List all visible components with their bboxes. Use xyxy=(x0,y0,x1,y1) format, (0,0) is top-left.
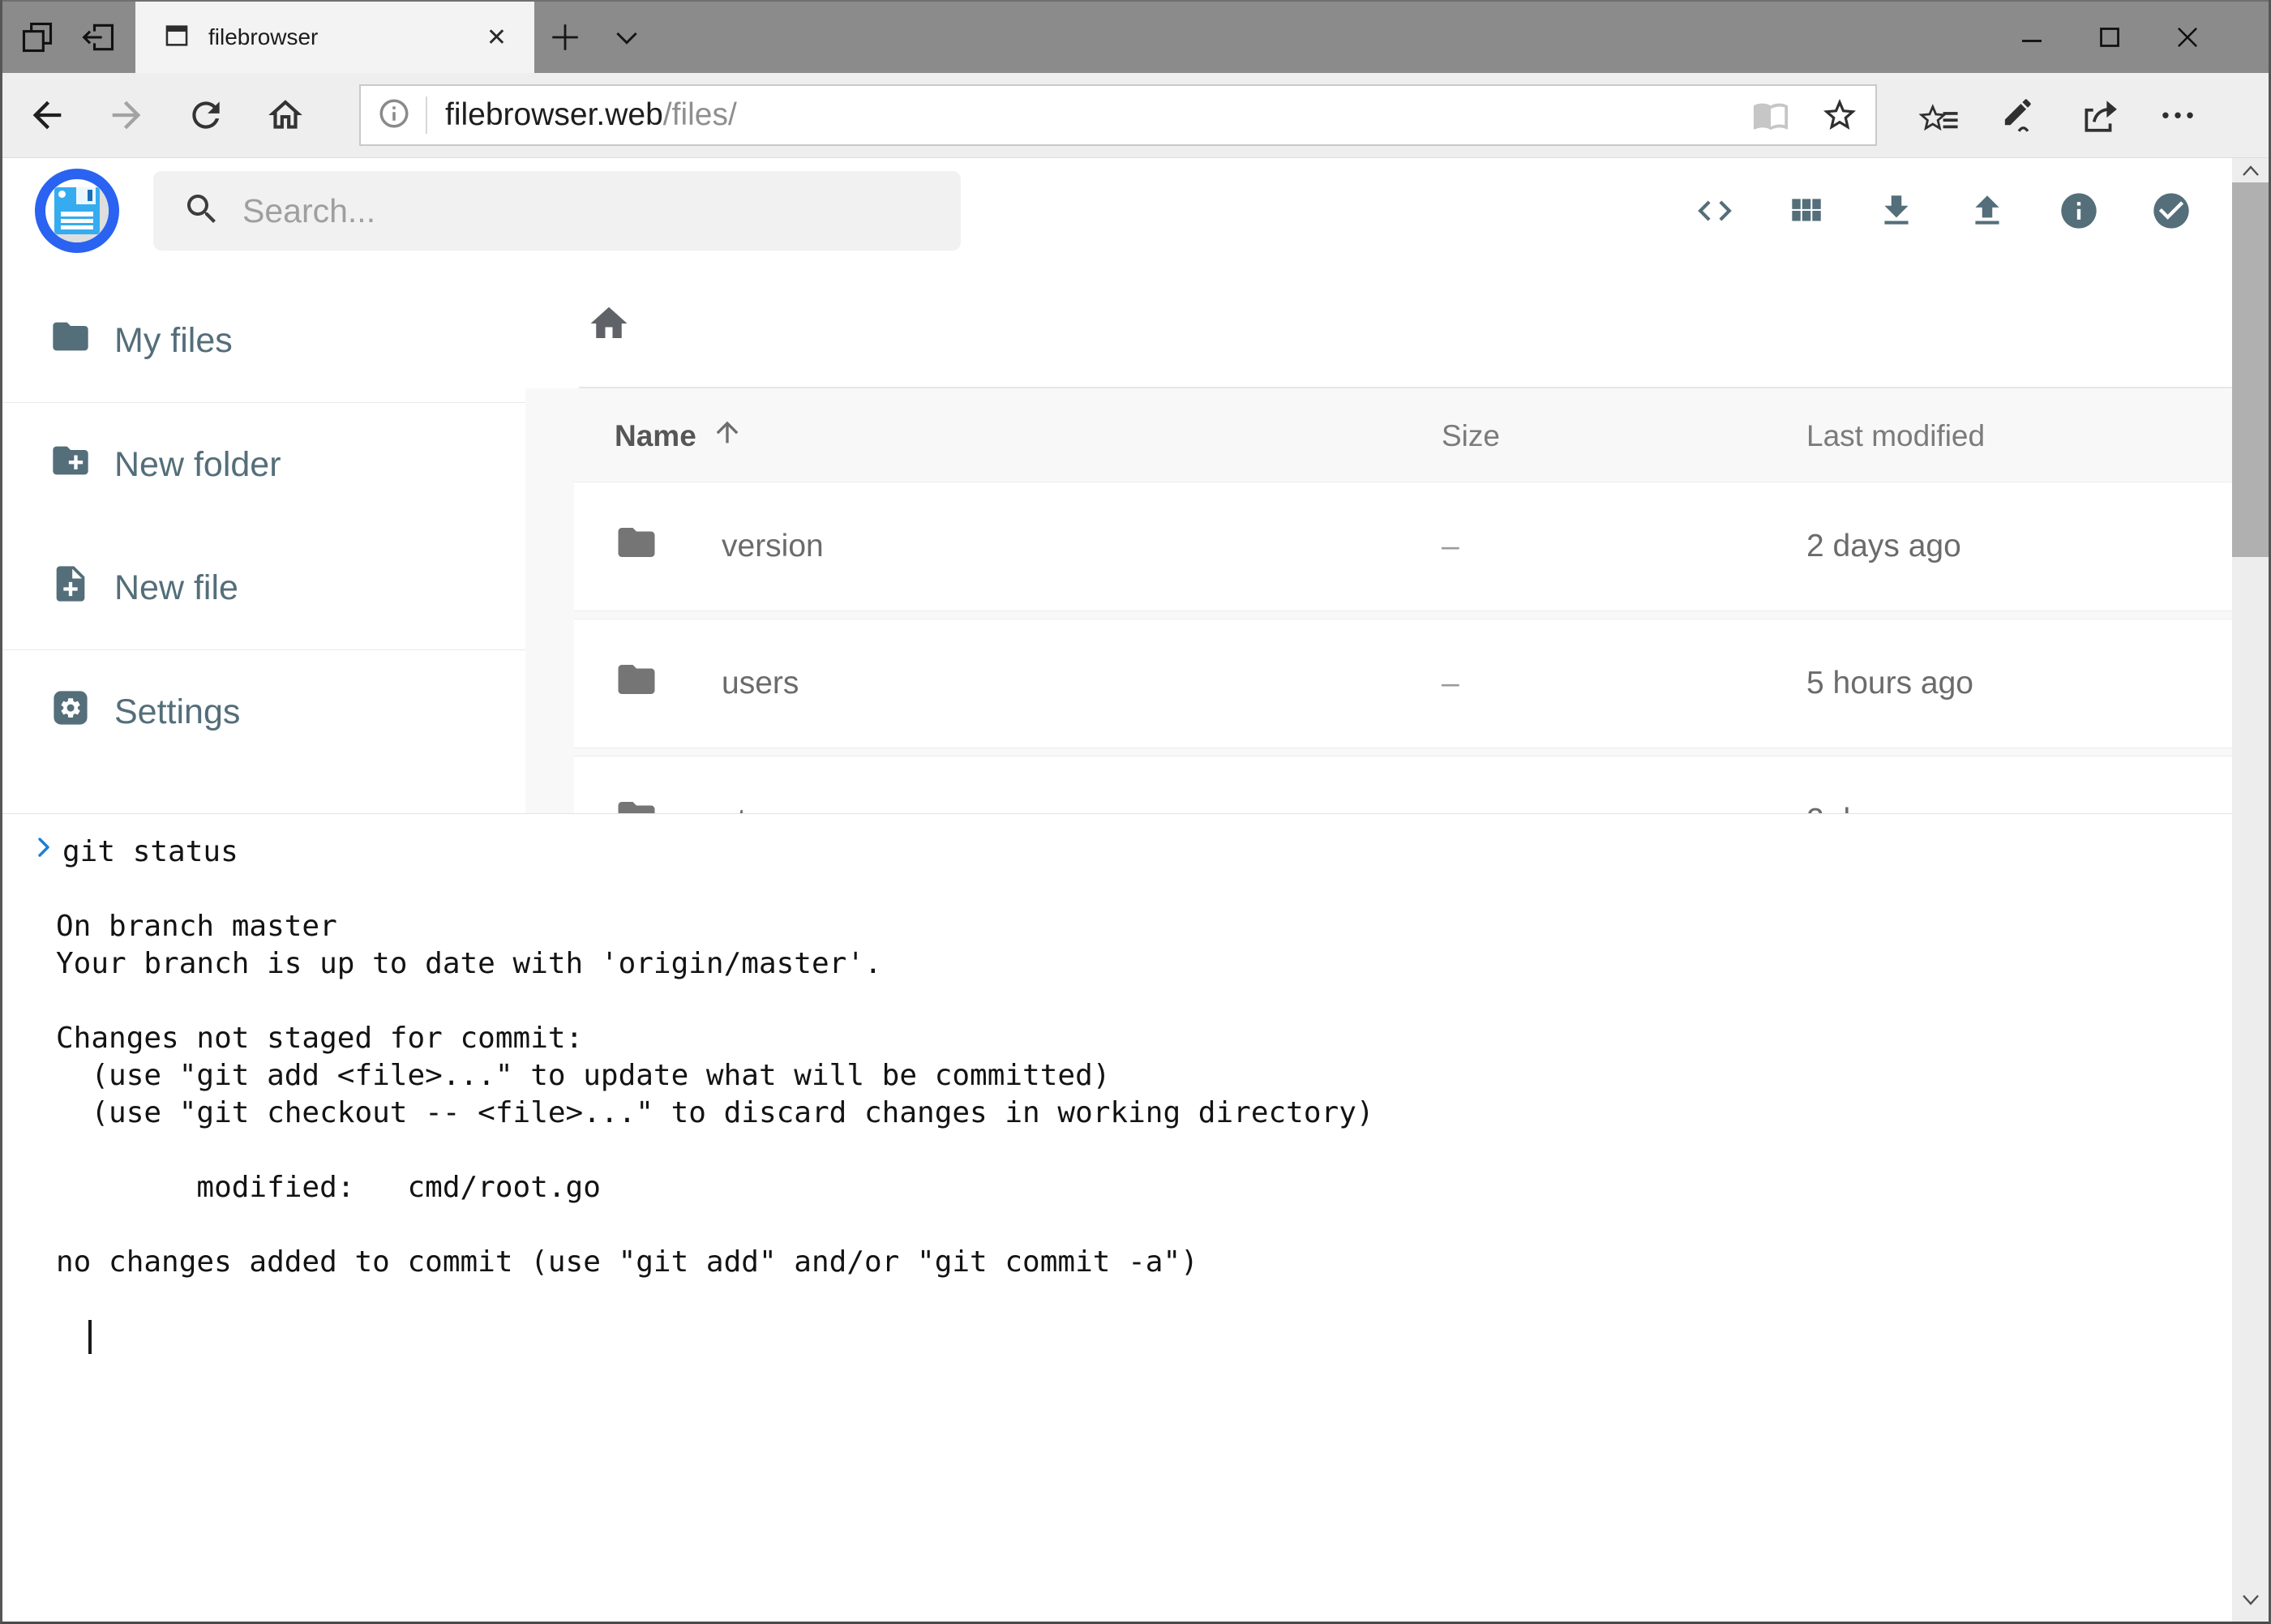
listing-header: Name Size Last modified xyxy=(525,388,2269,482)
search-input[interactable] xyxy=(242,192,961,230)
check-circle-icon[interactable] xyxy=(2150,190,2192,232)
scroll-down-icon[interactable] xyxy=(2237,1579,2265,1622)
column-name-label: Name xyxy=(615,419,696,453)
filebrowser-logo-icon[interactable] xyxy=(35,169,119,253)
search-icon xyxy=(182,190,221,233)
refresh-button[interactable] xyxy=(166,73,246,157)
terminal-panel[interactable]: git status On branch master Your branch … xyxy=(2,813,2232,1622)
url-separator xyxy=(426,96,427,134)
file-modified: 5 hours ago xyxy=(1806,666,2247,701)
floppy-disk-icon xyxy=(54,187,100,234)
sidebar-item-label: New file xyxy=(114,568,238,608)
scrollbar-thumb[interactable] xyxy=(2232,182,2269,557)
favorites-hub-icon[interactable] xyxy=(1896,94,1977,136)
tab-favicon-icon xyxy=(163,22,191,54)
terminal-prompt-line: git status xyxy=(35,833,2232,871)
set-tabs-aside-icon[interactable] xyxy=(80,19,118,56)
sidebar-item-label: My files xyxy=(114,321,233,361)
titlebar: filebrowser ✕ xyxy=(2,0,2269,73)
folder-icon xyxy=(615,658,658,709)
sidebar-item-label: New folder xyxy=(114,445,281,485)
tab-close-icon[interactable]: ✕ xyxy=(480,20,513,55)
info-icon[interactable] xyxy=(2058,190,2100,232)
breadcrumb xyxy=(525,264,2269,387)
home-icon[interactable] xyxy=(587,302,631,349)
sidebar-item-my-files[interactable]: My files xyxy=(2,279,525,402)
url-path: /files/ xyxy=(663,97,737,132)
upload-icon[interactable] xyxy=(1967,191,2007,231)
folder-icon xyxy=(49,315,92,366)
url-field[interactable]: filebrowser.web/files/ xyxy=(359,84,1877,146)
grid-view-icon[interactable] xyxy=(1785,191,1826,231)
sort-arrow-up-icon[interactable] xyxy=(711,416,743,456)
more-options-icon[interactable]: ••• xyxy=(2140,103,2221,128)
file-name: version xyxy=(722,529,824,564)
column-header-name[interactable]: Name xyxy=(615,416,1442,456)
settings-icon xyxy=(49,687,92,738)
column-header-size[interactable]: Size xyxy=(1442,419,1806,453)
maximize-button[interactable] xyxy=(2071,2,2149,73)
code-icon[interactable] xyxy=(1695,191,1735,231)
browser-window: filebrowser ✕ xyxy=(0,0,2271,1624)
column-header-modified[interactable]: Last modified xyxy=(1806,419,2269,453)
prompt-chevron-icon xyxy=(35,833,53,871)
download-icon[interactable] xyxy=(1876,191,1917,231)
tab-preview-icon[interactable] xyxy=(19,19,56,56)
sidebar-item-new-folder[interactable]: New folder xyxy=(2,403,525,526)
terminal-output: On branch master Your branch is up to da… xyxy=(56,871,2232,1281)
site-info-icon[interactable] xyxy=(377,96,411,135)
file-size: – xyxy=(1442,666,1806,701)
reading-view-icon[interactable] xyxy=(1752,96,1789,134)
web-note-pen-icon[interactable] xyxy=(1977,95,2059,135)
share-icon[interactable] xyxy=(2059,95,2140,135)
app-header xyxy=(2,158,2269,264)
favorite-star-icon[interactable] xyxy=(1820,96,1859,135)
url-text: filebrowser.web/files/ xyxy=(445,97,737,133)
minimize-button[interactable] xyxy=(1993,2,2071,73)
new-tab-button[interactable] xyxy=(534,2,596,73)
more-options-glyph: ••• xyxy=(2162,103,2198,128)
tab-list-chevron-icon[interactable] xyxy=(596,2,658,73)
address-bar-row: filebrowser.web/files/ xyxy=(2,73,2269,158)
new-folder-icon xyxy=(49,439,92,491)
filebrowser-app: My files New folder New file xyxy=(2,158,2269,1622)
scroll-up-icon[interactable] xyxy=(2237,158,2265,182)
search-bar[interactable] xyxy=(153,171,961,251)
folder-icon xyxy=(615,521,658,572)
url-host: filebrowser.web xyxy=(445,97,663,132)
back-button[interactable] xyxy=(7,73,87,157)
sidebar-item-settings[interactable]: Settings xyxy=(2,650,525,773)
sidebar-item-new-file[interactable]: New file xyxy=(2,526,525,649)
file-size: – xyxy=(1442,529,1806,564)
sidebar-item-label: Settings xyxy=(114,692,240,732)
new-file-icon xyxy=(49,563,92,614)
home-button[interactable] xyxy=(246,73,325,157)
terminal-command: git status xyxy=(62,833,238,871)
close-window-button[interactable] xyxy=(2149,2,2226,73)
tab-title: filebrowser xyxy=(208,24,462,50)
browser-tab[interactable]: filebrowser ✕ xyxy=(135,2,534,73)
page-scrollbar[interactable] xyxy=(2232,158,2269,1622)
file-name: users xyxy=(722,666,799,701)
forward-button[interactable] xyxy=(87,73,166,157)
table-row-users[interactable]: users – 5 hours ago xyxy=(574,619,2247,748)
table-row-version[interactable]: version – 2 days ago xyxy=(574,482,2247,611)
terminal-cursor xyxy=(88,1320,92,1354)
file-modified: 2 days ago xyxy=(1806,529,2247,564)
